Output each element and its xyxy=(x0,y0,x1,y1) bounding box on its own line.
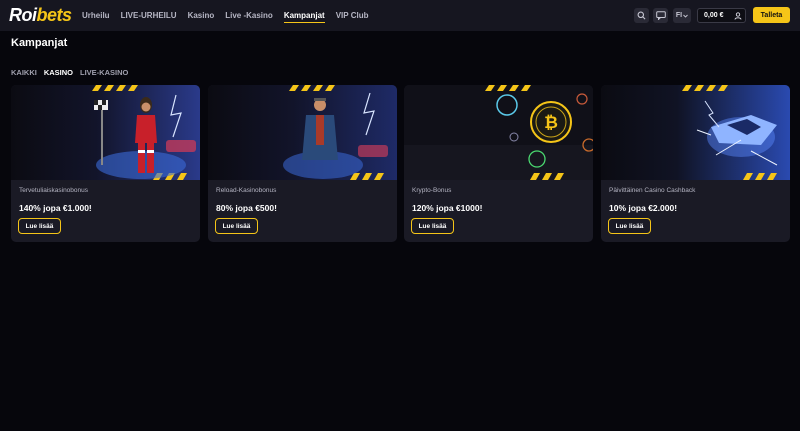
promo-title: 120% jopa €1000! xyxy=(412,203,483,213)
promo-subtitle: Päivittäinen Casino Cashback xyxy=(609,187,696,194)
filter-live-kasino[interactable]: LIVE-KASINO xyxy=(80,68,128,77)
read-more-button[interactable]: Lue lisää xyxy=(18,218,61,234)
promo-title: 80% jopa €500! xyxy=(216,203,277,213)
promo-title: 10% jopa €2.000! xyxy=(609,203,678,213)
language-select[interactable]: FI xyxy=(673,8,691,23)
balance-value: 0,00 € xyxy=(704,12,724,19)
main-nav: Urheilu LIVE-URHEILU Kasino Live -Kasino… xyxy=(82,0,379,31)
chevron-down-icon xyxy=(683,14,688,18)
promo-title: 140% jopa €1.000! xyxy=(19,203,92,213)
search-icon xyxy=(637,11,646,20)
promo-card[interactable]: ₿ Krypto-Bonus 120% jopa €1000! Lue lisä… xyxy=(404,85,593,242)
promo-image-reload xyxy=(208,85,397,180)
chat-icon xyxy=(655,11,666,20)
promo-image-welcome xyxy=(11,85,200,180)
promo-subtitle: Reload-Kasinobonus xyxy=(216,187,277,194)
search-button[interactable] xyxy=(634,8,649,23)
promo-image-cashback xyxy=(601,85,790,180)
nav-live-kasino[interactable]: Live -Kasino xyxy=(225,0,273,31)
category-filters: KAIKKI KASINO LIVE-KASINO xyxy=(11,68,128,77)
top-navigation-bar: Roibets Urheilu LIVE-URHEILU Kasino Live… xyxy=(0,0,800,31)
user-icon[interactable] xyxy=(731,9,745,22)
svg-text:₿: ₿ xyxy=(544,113,558,132)
balance-display[interactable]: 0,00 € xyxy=(697,8,746,23)
promo-card[interactable]: Reload-Kasinobonus 80% jopa €500! Lue li… xyxy=(208,85,397,242)
page-title: Kampanjat xyxy=(11,37,68,49)
nav-kasino[interactable]: Kasino xyxy=(188,0,215,31)
nav-live-urheilu[interactable]: LIVE-URHEILU xyxy=(121,0,177,31)
promo-image-crypto: ₿ xyxy=(404,85,593,180)
roibets-logo[interactable]: Roibets xyxy=(9,5,72,25)
promo-card[interactable]: Tervetuliaiskasinobonus 140% jopa €1.000… xyxy=(11,85,200,242)
filter-kasino[interactable]: KASINO xyxy=(44,68,73,77)
nav-urheilu[interactable]: Urheilu xyxy=(82,0,110,31)
promo-subtitle: Krypto-Bonus xyxy=(412,187,452,194)
read-more-button[interactable]: Lue lisää xyxy=(215,218,258,234)
deposit-button[interactable]: Talleta xyxy=(753,7,790,23)
read-more-button[interactable]: Lue lisää xyxy=(411,218,454,234)
chat-button[interactable] xyxy=(653,8,668,23)
read-more-button[interactable]: Lue lisää xyxy=(608,218,651,234)
filter-kaikki[interactable]: KAIKKI xyxy=(11,68,37,77)
promo-subtitle: Tervetuliaiskasinobonus xyxy=(19,187,89,194)
nav-kampanjat[interactable]: Kampanjat xyxy=(283,0,325,31)
promo-card[interactable]: Päivittäinen Casino Cashback 10% jopa €2… xyxy=(601,85,790,242)
nav-vip-club[interactable]: VIP Club xyxy=(336,0,369,31)
